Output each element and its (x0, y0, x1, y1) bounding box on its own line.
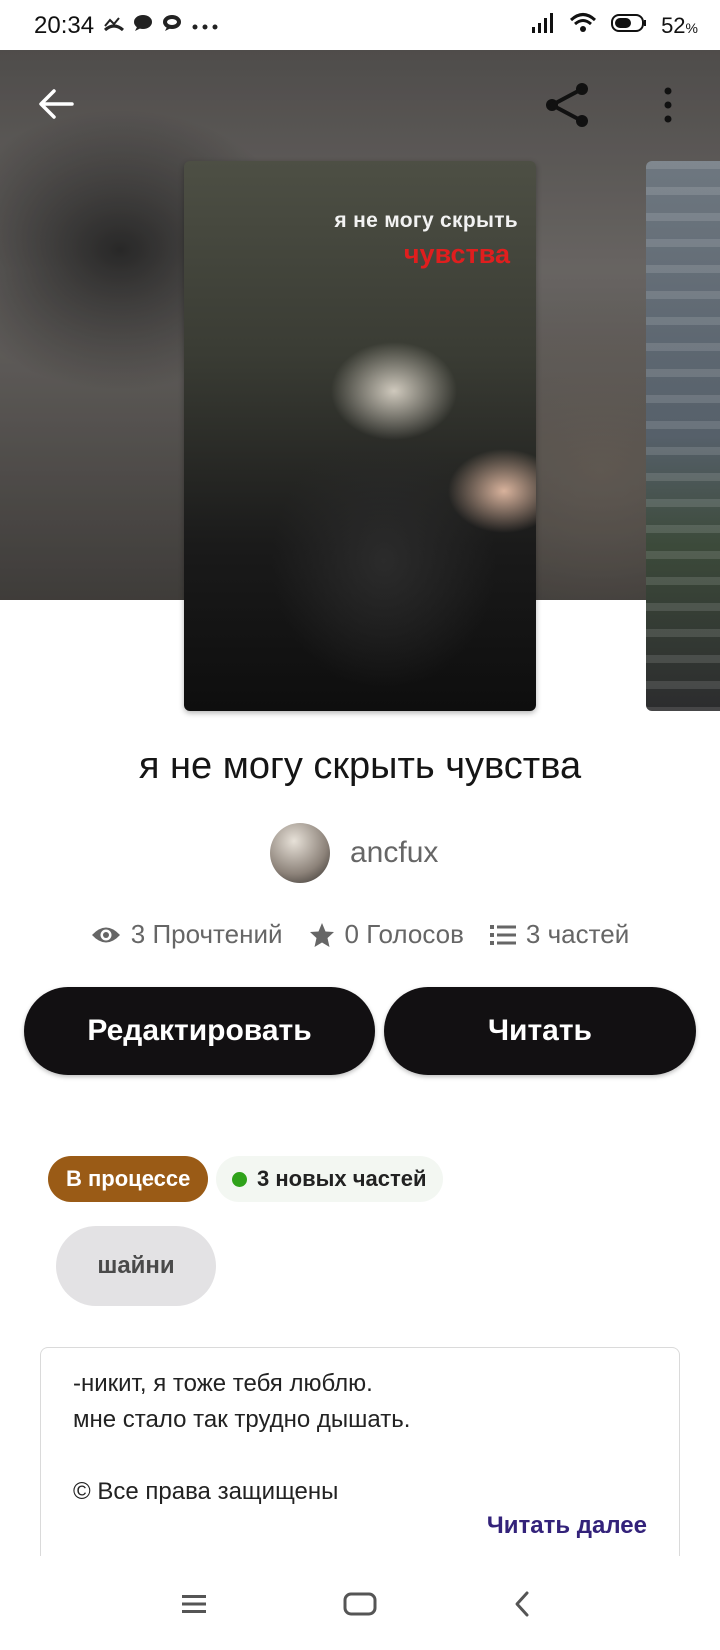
system-nav-bar (0, 1556, 720, 1650)
new-parts-badge: 3 новых частей (216, 1156, 443, 1202)
more-options-button[interactable] (650, 80, 686, 130)
reads-count: 3 Прочтений (130, 919, 283, 949)
notification-icons (103, 14, 219, 37)
chat-bubbles-icon (161, 14, 183, 37)
votes-stat: 0 Голосов (309, 919, 464, 950)
story-stats: 3 Прочтений 0 Голосов 3 частей (0, 919, 720, 950)
cover-title-line2: чувства (403, 239, 510, 269)
menu-icon (182, 1595, 206, 1613)
new-indicator-dot (232, 1171, 247, 1187)
story-title: я не могу скрыть чувства (138, 745, 582, 787)
description-text: -никит, я тоже тебя люблю. мне стало так… (73, 1366, 410, 1510)
story-cover[interactable]: я не могу скрыть чувства (184, 161, 536, 711)
back-button[interactable] (32, 80, 80, 128)
status-badge: В процессе (48, 1156, 209, 1202)
arrow-left-icon (39, 89, 74, 119)
votes-count: 0 Голосов (344, 919, 464, 949)
nav-menu-button[interactable] (170, 1580, 218, 1628)
new-parts-label: 3 новых частей (257, 1166, 427, 1191)
wifi-icon (569, 12, 597, 39)
author-name: ancfux (350, 836, 439, 869)
description-line: -никит, я тоже тебя люблю. (73, 1370, 373, 1397)
chat-bubble-icon (133, 14, 153, 37)
star-icon (309, 922, 334, 947)
edit-button[interactable]: Редактировать (24, 987, 375, 1075)
status-bar: 20:34 52% (0, 0, 720, 50)
status-time: 20:34 (34, 12, 95, 39)
status-right: 52% (531, 12, 698, 39)
description-line (73, 1438, 410, 1474)
description-card: -никит, я тоже тебя люблю. мне стало так… (40, 1347, 680, 1558)
nav-home-button[interactable] (336, 1580, 384, 1628)
battery-level: 52% (661, 12, 698, 38)
call-missed-icon (103, 14, 125, 37)
description-line: © Все права защищены (73, 1478, 339, 1505)
nav-back-button[interactable] (498, 1580, 546, 1628)
more-dots-icon (191, 15, 219, 36)
more-vertical-icon (664, 87, 672, 123)
back-icon (515, 1591, 529, 1617)
description-line: мне стало так трудно дышать. (73, 1406, 411, 1433)
list-icon (489, 924, 516, 945)
signal-icon (531, 13, 555, 38)
battery-icon (611, 13, 647, 38)
next-story-cover[interactable] (646, 161, 720, 711)
eye-icon (91, 927, 120, 942)
share-icon (546, 83, 588, 127)
reads-stat: 3 Прочтений (91, 919, 283, 950)
parts-count: 3 частей (525, 919, 630, 949)
tag-chip[interactable]: шайни (56, 1226, 216, 1306)
cover-title-line1: я не могу скрыть (334, 209, 518, 232)
read-button[interactable]: Читать (384, 987, 696, 1075)
author-link[interactable]: ancfux (270, 822, 438, 884)
parts-stat: 3 частей (489, 919, 630, 950)
home-icon (343, 1592, 377, 1616)
author-avatar (270, 823, 330, 883)
read-more-link[interactable]: Читать далее (487, 1512, 647, 1540)
share-button[interactable] (540, 78, 594, 132)
